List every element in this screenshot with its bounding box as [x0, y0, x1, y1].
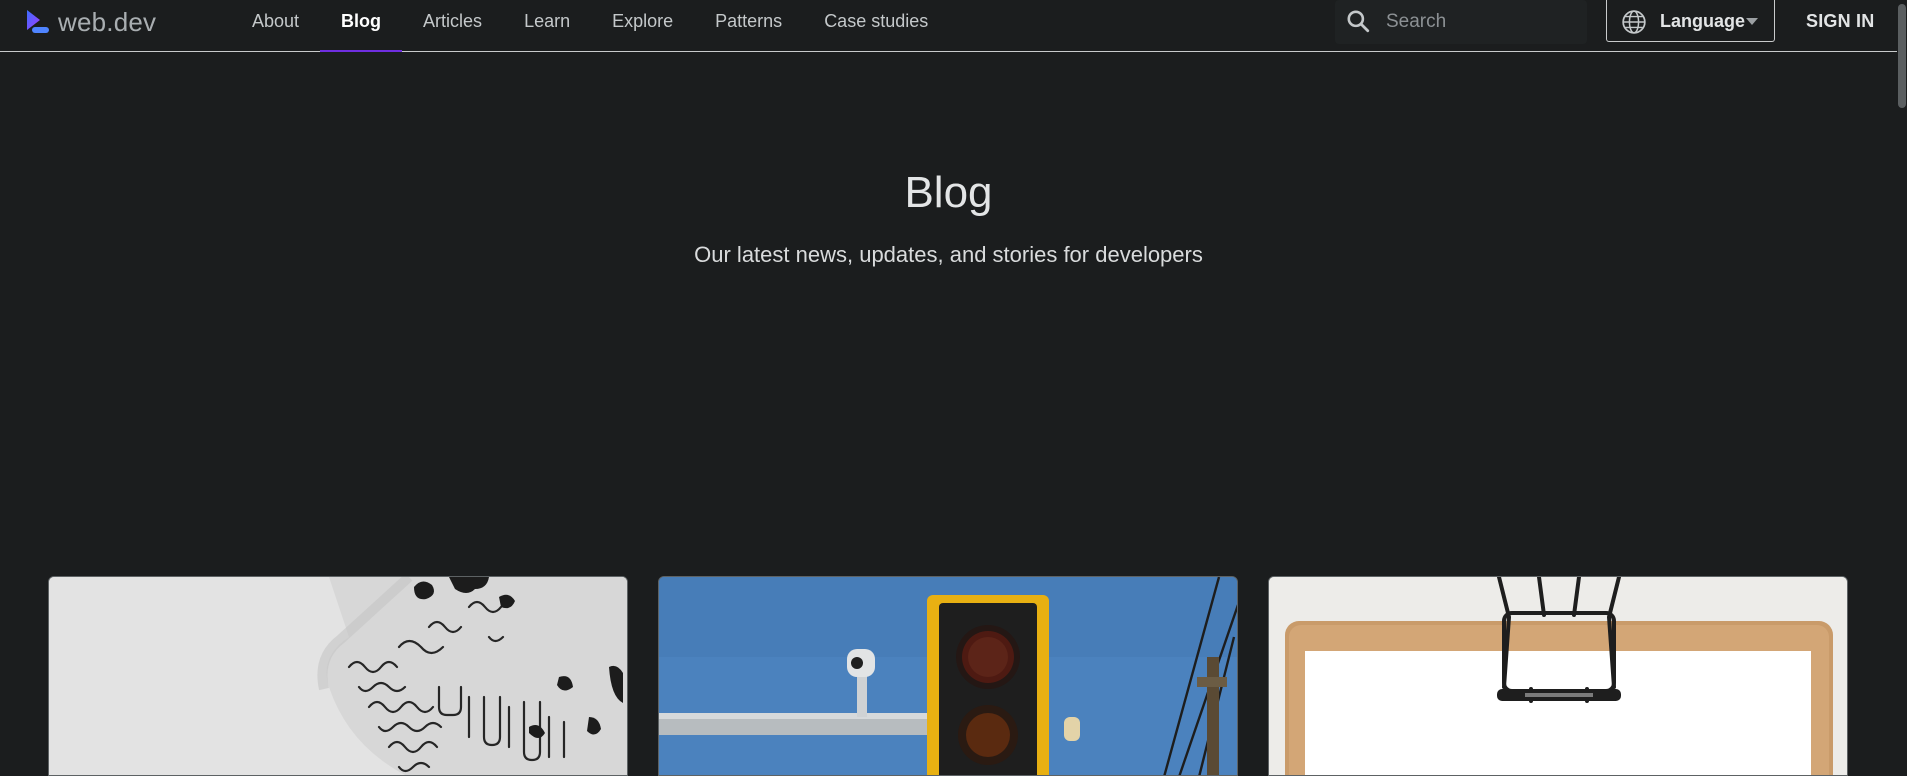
card-image-puzzle	[49, 577, 627, 775]
sign-in-button[interactable]: SIGN IN	[1806, 11, 1874, 32]
blog-card-3[interactable]	[1268, 576, 1848, 776]
language-label: Language	[1660, 11, 1746, 31]
search-icon[interactable]	[1345, 8, 1371, 34]
globe-icon	[1622, 10, 1646, 34]
home-link[interactable]: web.dev	[24, 6, 156, 38]
logo-text: web.dev	[58, 6, 157, 37]
nav-item-explore[interactable]: Explore	[591, 0, 694, 51]
card-image-traffic-light	[659, 577, 1237, 775]
nav-item-case-studies[interactable]: Case studies	[803, 0, 949, 51]
nav-item-blog[interactable]: Blog	[320, 0, 403, 52]
nav-item-about[interactable]: About	[231, 0, 320, 51]
search-box[interactable]	[1335, 0, 1587, 44]
page-title: Blog	[904, 168, 993, 217]
page-subtitle: Our latest news, updates, and stories fo…	[694, 242, 1203, 267]
page-scrollbar[interactable]	[1897, 0, 1907, 766]
nav-item-articles[interactable]: Articles	[402, 0, 503, 51]
scrollbar-thumb[interactable]	[1898, 4, 1906, 108]
blog-card-1[interactable]	[48, 576, 628, 776]
caret-down-icon	[1746, 18, 1758, 25]
blog-card-2[interactable]	[658, 576, 1238, 776]
webdev-logo-icon	[27, 10, 49, 33]
main-nav: About Blog Articles Learn Explore Patter…	[231, 0, 949, 52]
nav-item-patterns[interactable]: Patterns	[694, 0, 803, 51]
search-input[interactable]	[1384, 8, 1578, 36]
language-select-button[interactable]: Language	[1606, 0, 1775, 42]
card-image-clipboard	[1269, 577, 1847, 775]
site-header: web.dev About Blog Articles Learn Explor…	[0, 0, 1897, 52]
nav-item-learn[interactable]: Learn	[503, 0, 591, 51]
